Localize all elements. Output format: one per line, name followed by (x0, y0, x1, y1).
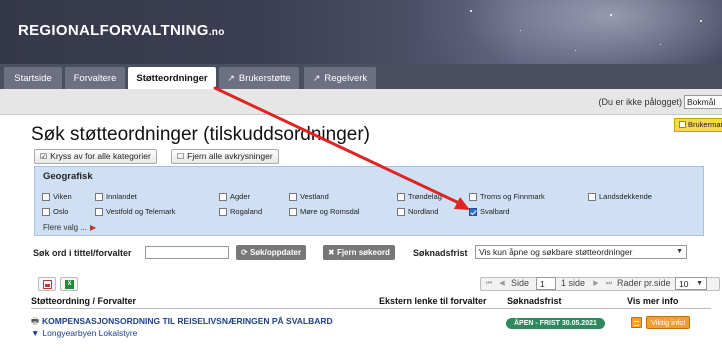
tab-brukerstotte[interactable]: ↗ Brukerstøtte (219, 67, 299, 89)
search-input[interactable] (145, 246, 229, 259)
important-info-button[interactable]: Viktig info! (646, 316, 691, 329)
uncheck-all-button[interactable]: ☐ Fjern alle avkrysninger (171, 149, 279, 164)
col-header-scheme[interactable]: Støtteordning / Forvalter (31, 296, 136, 306)
checkbox-innlandet[interactable]: Innlandet (95, 192, 137, 201)
page-count: 1 side (561, 278, 586, 288)
close-icon: ✖ (328, 248, 337, 257)
checkbox-vestfold-og-telemark[interactable]: Vestfold og Telemark (95, 207, 176, 216)
export-pdf-button[interactable] (38, 277, 56, 291)
checkbox-agder[interactable]: Agder (219, 192, 250, 201)
tab-forvaltere[interactable]: Forvaltere (65, 67, 125, 89)
page-title: Søk støtteordninger (tilskuddsordninger) (31, 124, 370, 145)
external-link-icon: ↗ (312, 72, 321, 83)
login-status: (Du er ikke pålogget) (598, 97, 682, 107)
excel-icon: X (65, 280, 74, 289)
checkbox-nordland[interactable]: Nordland (397, 207, 438, 216)
search-button[interactable]: ⟳ Søk/oppdater (236, 245, 307, 260)
checkbox-trondelag[interactable]: Trøndelag (397, 192, 442, 201)
clear-search-button[interactable]: ✖ Fjern søkeord (323, 245, 395, 260)
col-header-more-info: Vis mer info (627, 296, 679, 306)
empty-box-icon: ☐ (177, 152, 185, 161)
tab-stotteordninger[interactable]: Støtteordninger (128, 67, 216, 89)
last-page-icon[interactable]: ⏭ (603, 278, 615, 290)
chevron-down-icon: ▼ (696, 280, 703, 287)
tab-startside[interactable]: Startside (4, 67, 62, 89)
geography-filter: Geografisk Viken Innlandet Agder Vestlan… (34, 166, 704, 236)
tab-regelverk[interactable]: ↗ Regelverk (304, 67, 376, 89)
pdf-icon (43, 280, 52, 289)
chevron-down-icon: ▼ (676, 248, 683, 255)
page-select[interactable]: 1 (536, 277, 556, 290)
checkbox-more-og-romsdal[interactable]: Møre og Romsdal (289, 207, 360, 216)
main-nav: Startside Forvaltere Støtteordninger ↗ Br… (0, 64, 722, 89)
external-link-icon: ↗ (227, 72, 235, 83)
rows-per-page-select[interactable]: 10 ▼ (675, 277, 707, 290)
prev-page-icon[interactable]: ◀ (496, 278, 508, 290)
page-label: Side (511, 278, 530, 288)
print-icon: 🖶 (31, 316, 40, 326)
pencil-icon (679, 121, 686, 128)
checkbox-landsdekkende[interactable]: Landsdekkende (588, 192, 652, 201)
checkbox-vestland[interactable]: Vestland (289, 192, 329, 201)
export-excel-button[interactable]: X (60, 277, 78, 291)
geography-label: Geografisk (43, 171, 93, 182)
site-logo[interactable]: REGIONALFORVALTNING.no (18, 22, 225, 39)
checkbox-icon: ☑ (40, 152, 48, 161)
table-header: Støtteordning / Forvalter Ekstern lenke … (31, 294, 711, 309)
checkbox-oslo[interactable]: Oslo (42, 207, 68, 216)
more-options-link[interactable]: Flere valg ... ▶ (43, 223, 96, 232)
checkbox-rogaland[interactable]: Rogaland (219, 207, 262, 216)
deadline-status-badge: ÅPEN - FRIST 30.05.2021 (506, 318, 605, 329)
refresh-icon: ⟳ (241, 248, 250, 257)
info-icon[interactable] (631, 317, 642, 328)
caret-right-icon: ▶ (90, 223, 97, 232)
user-manual-button[interactable]: Brukermanual (674, 118, 722, 132)
status-bar: (Du er ikke pålogget) Bokmål (0, 89, 722, 115)
filter-icon: ▼ (31, 328, 40, 338)
language-select[interactable]: Bokmål (684, 95, 722, 109)
first-page-icon[interactable]: ⏮ (483, 278, 495, 290)
manager-link[interactable]: ▼ Longyearbyen Lokalstyre (31, 328, 137, 338)
next-page-icon[interactable]: ▶ (590, 278, 602, 290)
col-header-external-link: Ekstern lenke til forvalter (379, 296, 487, 306)
col-header-deadline[interactable]: Søknadsfrist (507, 296, 562, 306)
header-banner: REGIONALFORVALTNING.no (0, 0, 722, 64)
search-label: Søk ord i tittel/forvalter (33, 248, 132, 258)
checkbox-troms-og-finnmark[interactable]: Troms og Finnmark (469, 192, 545, 201)
checkbox-viken[interactable]: Viken (42, 192, 72, 201)
deadline-label: Søknadsfrist (413, 248, 468, 258)
deadline-select[interactable]: Vis kun åpne og søkbare støtteordninger ▼ (475, 245, 687, 259)
rows-per-page-label: Rader pr.side (617, 278, 671, 288)
check-all-button[interactable]: ☑ Kryss av for alle kategorier (34, 149, 157, 164)
checkbox-svalbard[interactable]: Svalbard (469, 207, 510, 216)
